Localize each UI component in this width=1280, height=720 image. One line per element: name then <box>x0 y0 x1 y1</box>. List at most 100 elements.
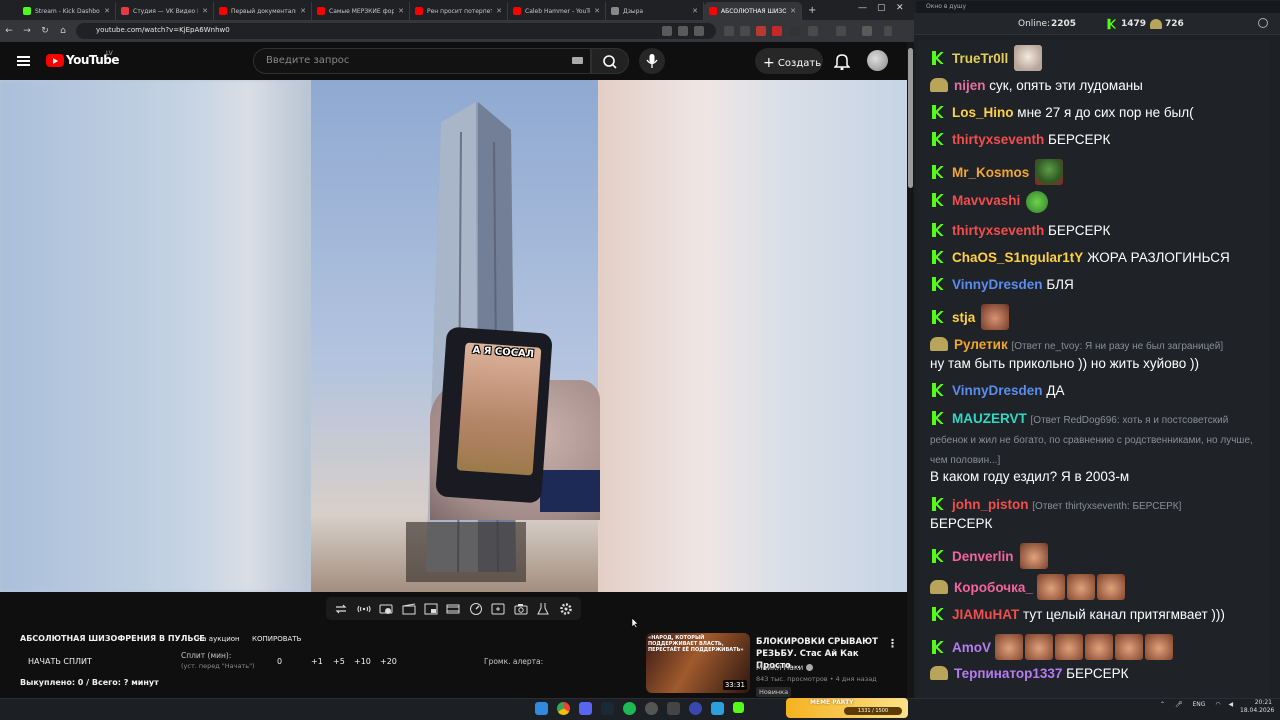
split-plus-5-button[interactable]: +5 <box>333 657 345 666</box>
extension-icon[interactable] <box>724 26 734 36</box>
forward-icon[interactable]: → <box>18 26 36 36</box>
browser-tab[interactable]: Stream - Kick Dashboard ✕ <box>18 2 116 20</box>
discord-icon[interactable] <box>579 702 592 715</box>
chat-username[interactable]: TrueTr0ll <box>952 51 1008 66</box>
chat-username[interactable]: VinnyDresden <box>952 277 1043 292</box>
chat-username[interactable]: Рулетик <box>954 337 1008 352</box>
close-window-icon[interactable]: ✕ <box>896 3 904 13</box>
minimize-icon[interactable]: — <box>858 3 867 13</box>
audio-icon[interactable] <box>357 602 371 616</box>
chat-username[interactable]: john_piston <box>952 497 1029 512</box>
speed-icon[interactable] <box>469 602 483 616</box>
notifications-bell-icon[interactable] <box>834 52 850 70</box>
chat-username[interactable]: stja <box>952 310 975 325</box>
back-icon[interactable]: ← <box>0 26 18 36</box>
browser-tab[interactable]: Caleb Hammer - YouTu... ✕ <box>508 2 606 20</box>
volume-icon[interactable]: ◀︎ <box>1229 701 1234 708</box>
create-button[interactable]: + Создать <box>755 48 823 74</box>
split-plus-10-button[interactable]: +10 <box>354 657 371 666</box>
telegram-icon[interactable] <box>711 702 724 715</box>
new-tab-button[interactable]: + <box>808 5 816 16</box>
avatar[interactable] <box>867 50 888 71</box>
kick-taskbar-icon[interactable] <box>733 702 744 713</box>
tab-close-icon[interactable]: ✕ <box>300 7 306 15</box>
wifi-icon[interactable]: ◠ <box>1215 701 1220 708</box>
browser-tab[interactable]: Дзыра ✕ <box>606 2 704 20</box>
clock[interactable]: 20:21 18.04.2026 <box>1240 699 1274 715</box>
tab-close-icon[interactable]: ✕ <box>594 7 600 15</box>
chat-username[interactable]: Denverlin <box>952 549 1014 564</box>
browser-tab[interactable]: АБСОЛЮТНАЯ ШИЗОФ ✕ <box>704 2 802 20</box>
microphone-tray-icon[interactable]: 🎤︎ <box>1175 701 1183 708</box>
loop-icon[interactable] <box>334 602 348 616</box>
tab-close-icon[interactable]: ✕ <box>398 7 404 15</box>
start-split-button[interactable]: НАЧАТЬ СПЛИТ <box>28 657 92 666</box>
browser-tab[interactable]: Самые МЕРЗКИЕ форм...✕ <box>312 2 410 20</box>
chevron-up-icon[interactable]: ⌃ <box>1160 701 1165 708</box>
tab-close-icon[interactable]: ✕ <box>692 7 698 15</box>
scrollbar-thumb[interactable] <box>908 48 913 188</box>
browser-tab[interactable]: Рен просит потерпеть ✕ <box>410 2 508 20</box>
language-indicator[interactable]: ENG <box>1193 701 1206 708</box>
extension-icon[interactable] <box>756 26 766 36</box>
app-icon[interactable] <box>689 702 702 715</box>
url-field[interactable]: youtube.com/watch?v=KjEpA6Wnhw0 <box>76 23 716 39</box>
browser-tab[interactable]: Студия — VK Видео Live ✕ <box>116 2 214 20</box>
recommendation-thumbnail[interactable]: «НАРОД, КОТОРЫЙ ПОДДЕРЖИВАЕТ ВЛАСТЬ, ПЕР… <box>646 633 750 693</box>
chat-username[interactable]: thirtyxseventh <box>952 223 1044 238</box>
split-value[interactable]: 0 <box>277 657 282 666</box>
start-windows-icon[interactable] <box>535 702 548 715</box>
chat-username[interactable]: Коробочка_ <box>954 580 1033 595</box>
chat-username[interactable]: Los_Hino <box>952 105 1014 120</box>
copy-button[interactable]: КОПИРОВАТЬ <box>252 635 301 643</box>
voice-search-button[interactable] <box>639 48 665 74</box>
tab-close-icon[interactable]: ✕ <box>104 7 110 15</box>
tab-close-icon[interactable]: ✕ <box>496 7 502 15</box>
app-icon[interactable] <box>645 702 658 715</box>
chat-username[interactable]: AmoV <box>952 640 991 655</box>
channel-name[interactable]: Майкл Наки <box>756 663 813 672</box>
download-icon[interactable] <box>836 26 846 36</box>
chat-username[interactable]: nijen <box>954 78 986 93</box>
split-plus-1-button[interactable]: +1 <box>311 657 323 666</box>
maximize-icon[interactable]: ▢ <box>877 3 886 13</box>
chat-username[interactable]: JIAMuHAT <box>952 607 1019 622</box>
cinema-icon[interactable] <box>446 602 460 616</box>
chat-username[interactable]: thirtyxseventh <box>952 132 1044 147</box>
app-icon[interactable] <box>667 702 680 715</box>
split-plus-20-button[interactable]: +20 <box>380 657 397 666</box>
reload-icon[interactable]: ↻ <box>36 26 54 36</box>
browser-menu-icon[interactable] <box>884 26 892 36</box>
picture-in-picture-icon[interactable] <box>424 602 438 616</box>
chat-username[interactable]: Mavvvashi <box>952 193 1020 208</box>
playlist-icon[interactable] <box>379 602 393 616</box>
zoom-icon[interactable] <box>662 26 672 36</box>
clapper-icon[interactable] <box>402 602 416 616</box>
spotify-icon[interactable] <box>623 702 636 715</box>
settings-gear-icon[interactable] <box>559 602 573 616</box>
tab-close-icon[interactable]: ✕ <box>202 7 208 15</box>
install-icon[interactable] <box>678 26 688 36</box>
steam-icon[interactable] <box>601 702 614 715</box>
chat-username[interactable]: ChaOS_S1ngular1tY <box>952 250 1083 265</box>
menu-icon[interactable] <box>17 56 30 66</box>
flask-icon[interactable] <box>536 602 550 616</box>
home-icon[interactable]: ⌂ <box>54 26 72 36</box>
extension-icon[interactable] <box>772 26 782 36</box>
extension-icon[interactable] <box>740 26 750 36</box>
chat-username[interactable]: Терпинатор1337 <box>954 666 1062 681</box>
chat-username[interactable]: VinnyDresden <box>952 383 1043 398</box>
youtube-logo-icon[interactable] <box>46 54 64 67</box>
extension-icon[interactable] <box>790 26 800 36</box>
more-options-icon[interactable]: ⋮ <box>887 637 898 650</box>
auction-button[interactable]: На аукцион <box>197 635 240 643</box>
tab-close-icon[interactable]: ✕ <box>790 7 796 15</box>
settings-icon[interactable] <box>1258 18 1268 28</box>
browser-tab[interactable]: Первый документальн... ✕ <box>214 2 312 20</box>
bookmark-star-icon[interactable] <box>694 26 704 36</box>
search-input[interactable]: Введите запрос <box>253 48 591 74</box>
search-button[interactable] <box>591 48 629 74</box>
keyboard-icon[interactable] <box>572 57 583 64</box>
chat-username[interactable]: Mr_Kosmos <box>952 165 1029 180</box>
extension-icon[interactable] <box>808 26 818 36</box>
